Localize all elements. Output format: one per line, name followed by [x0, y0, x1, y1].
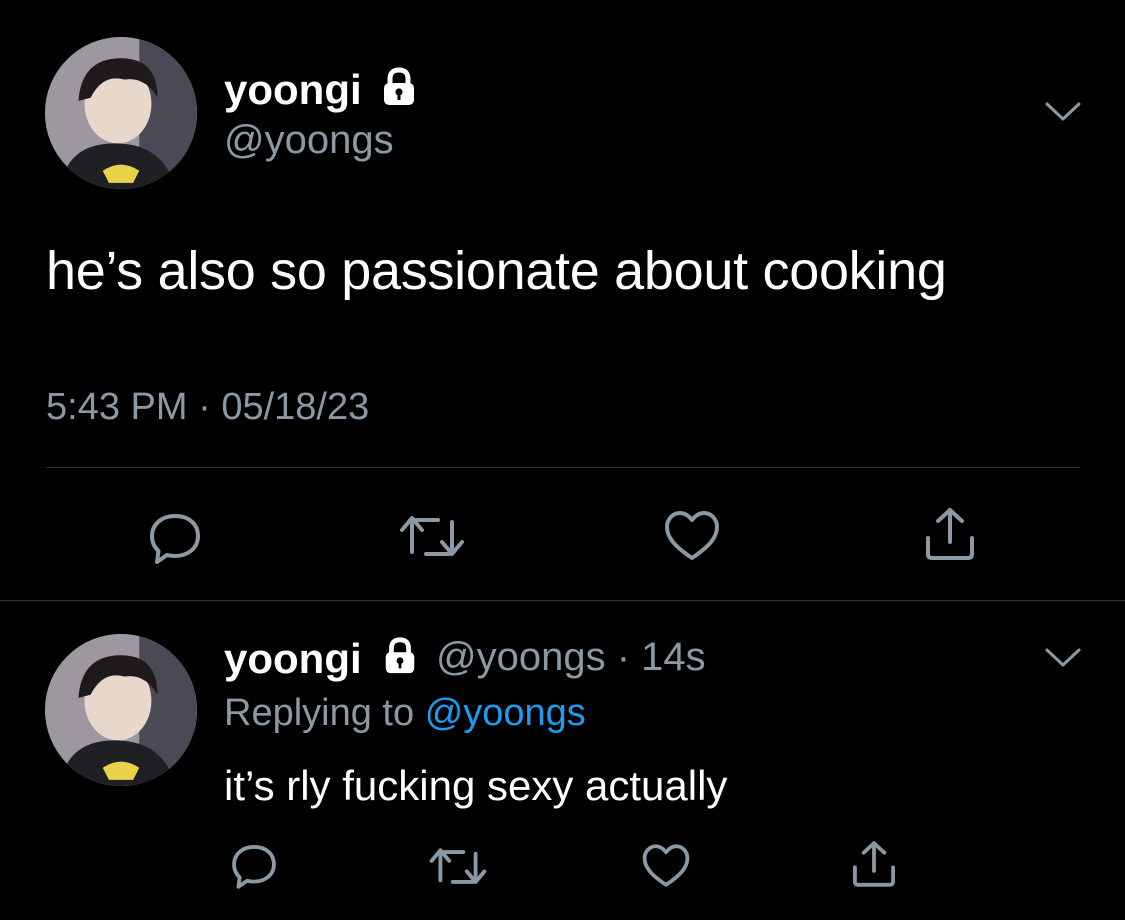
avatar[interactable]: [45, 37, 197, 189]
chevron-down-icon[interactable]: [1044, 646, 1082, 670]
tweet-date: 05/18/23: [221, 386, 370, 428]
reply-avatar[interactable]: [45, 634, 197, 786]
chevron-down-icon[interactable]: [1044, 100, 1082, 124]
replying-to: Replying to @yoongs: [224, 692, 586, 735]
share-icon[interactable]: [848, 838, 900, 890]
separator-dot: ·: [616, 635, 631, 679]
retweet-icon[interactable]: [398, 512, 466, 562]
avatar-photo: [45, 634, 197, 786]
lock-icon: [384, 67, 414, 105]
reply-text: it’s rly fucking sexy actually: [224, 762, 728, 809]
reply-display-name[interactable]: yoongi: [224, 635, 362, 683]
reply-meta: @yoongs · 14s: [436, 635, 706, 680]
heart-icon[interactable]: [640, 842, 692, 890]
tweet-text: he’s also so passionate about cooking: [46, 241, 947, 301]
tweet-separator: [0, 600, 1125, 601]
retweet-icon[interactable]: [428, 845, 488, 889]
separator-dot: ·: [198, 386, 211, 428]
handle[interactable]: @yoongs: [224, 118, 394, 163]
tweet-time: 5:43 PM: [46, 386, 188, 428]
replying-to-mention[interactable]: @yoongs: [425, 692, 586, 734]
divider: [46, 467, 1080, 468]
comment-icon[interactable]: [145, 508, 205, 568]
reply-age[interactable]: 14s: [641, 635, 706, 679]
display-name[interactable]: yoongi: [224, 66, 362, 114]
tweet-timestamp[interactable]: 5:43 PM · 05/18/23: [46, 386, 369, 429]
share-icon[interactable]: [920, 504, 980, 564]
heart-icon[interactable]: [662, 508, 722, 564]
lock-icon: [385, 637, 415, 674]
replying-prefix: Replying to: [224, 692, 415, 734]
avatar-photo: [45, 37, 197, 189]
reply-handle[interactable]: @yoongs: [436, 635, 606, 679]
comment-icon[interactable]: [228, 840, 280, 892]
